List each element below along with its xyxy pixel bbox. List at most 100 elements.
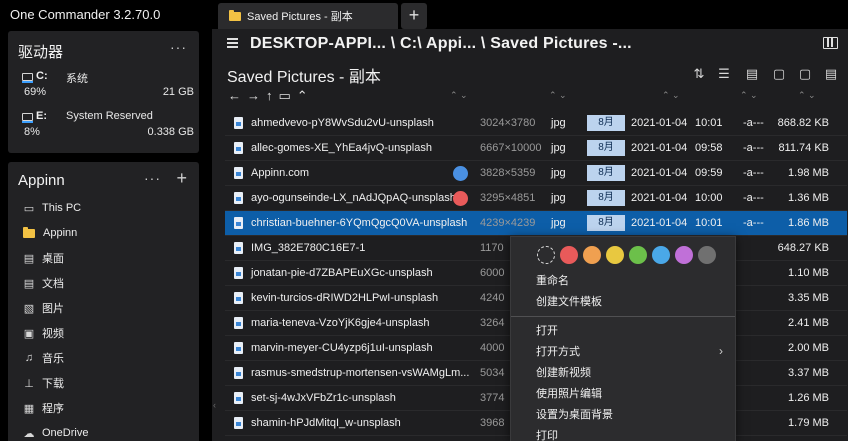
file-row[interactable]: ahmedvevo-pY8WvSdu2vU-unsplash 3024×3780 j…: [225, 111, 847, 136]
paste-icon[interactable]: ▤: [823, 66, 839, 82]
file-row[interactable]: christian-buehner-6YQmQgcQ0VA-unsplash 42…: [225, 211, 847, 236]
desktop-icon: ▤: [23, 252, 35, 265]
file-extension: jpg: [551, 142, 566, 154]
col-sort-ext[interactable]: ⌃ ⌄: [549, 90, 567, 101]
file-extension: jpg: [551, 167, 566, 179]
app-title: One Commander 3.2.70.0: [10, 7, 161, 22]
panel-layout-icon[interactable]: [823, 37, 838, 49]
up-icon[interactable]: ↑: [266, 88, 273, 103]
sidebar-item[interactable]: ♫ 音乐: [22, 348, 64, 368]
file-size: 3.35 MB: [788, 292, 829, 304]
sidebar-item[interactable]: ▤ 桌面: [22, 248, 64, 268]
pane-resize-handle[interactable]: ‹: [213, 400, 216, 410]
drive-used-percent: 8%: [24, 126, 40, 138]
drive-letter: E:: [36, 110, 47, 122]
file-dimensions: 1170: [480, 242, 504, 254]
back-icon[interactable]: ←: [228, 88, 241, 103]
file-dimensions: 4240: [480, 292, 505, 304]
folder-icon: [229, 9, 241, 21]
drive-item[interactable]: C: 系统 69% 21 GB: [22, 69, 194, 103]
file-size: 1.98 MB: [788, 167, 829, 179]
sidebar-item[interactable]: ▣ 视频: [22, 323, 64, 343]
chevron-up-icon[interactable]: ⌃: [297, 88, 308, 103]
image-file-icon: [234, 267, 243, 279]
color-swatch[interactable]: [652, 246, 670, 264]
image-file-icon: [234, 117, 243, 129]
color-swatch[interactable]: [698, 246, 716, 264]
file-date: 2021-01-04: [631, 142, 688, 154]
file-dimensions: 6000: [480, 267, 505, 279]
sidebar-item-label: Appinn: [43, 227, 78, 239]
context-menu-item[interactable]: 打印: [536, 426, 558, 441]
file-dimensions: 4000: [480, 342, 505, 354]
new-file-icon[interactable]: ▢: [771, 66, 787, 82]
file-size: 1.79 MB: [788, 417, 829, 429]
file-name: maria-teneva-VzoYjK6gje4-unsplash: [251, 317, 430, 329]
file-name: ayo-ogunseinde-LX_nAdJQpAQ-unsplash: [251, 192, 456, 204]
sidebar-item[interactable]: ⊥ 下载: [22, 373, 64, 393]
sidebar-item[interactable]: ☁ OneDrive: [22, 423, 89, 441]
context-menu-item[interactable]: 打开方式: [536, 342, 580, 362]
file-size: 1.26 MB: [788, 392, 829, 404]
sidebar-item[interactable]: ▧ 图片: [22, 298, 64, 318]
tab-saved-pictures[interactable]: Saved Pictures - 副本: [218, 3, 398, 29]
file-dimensions: 6667×10000: [480, 142, 542, 154]
context-menu-item[interactable]: 创建新视频: [536, 363, 591, 383]
drives-more-button[interactable]: ···: [170, 39, 187, 55]
drive-free-space: 0.338 GB: [147, 126, 194, 138]
col-sort-name[interactable]: ⌃ ⌄: [450, 90, 468, 101]
copy-path-icon[interactable]: ▤: [744, 66, 760, 82]
image-file-icon: [234, 342, 243, 354]
file-attributes: -a---: [743, 142, 764, 154]
context-menu-item[interactable]: 重命名: [536, 271, 569, 291]
file-row[interactable]: ayo-ogunseinde-LX_nAdJQpAQ-unsplash 3295×…: [225, 186, 847, 211]
col-sort-size[interactable]: ⌃ ⌄: [798, 90, 816, 101]
drives-card-title: 驱动器: [18, 44, 64, 61]
breadcrumb[interactable]: DESKTOP-APPI... \ C:\ Appi... \ Saved Pi…: [250, 35, 632, 53]
file-time: 09:59: [695, 167, 723, 179]
new-window-icon[interactable]: ▢: [797, 66, 813, 82]
col-sort-attr[interactable]: ⌃ ⌄: [740, 90, 758, 101]
forward-icon[interactable]: →: [247, 88, 260, 103]
drive-item[interactable]: E: System Reserved 8% 0.338 GB: [22, 109, 194, 143]
file-name: IMG_382E780C16E7-1: [251, 242, 366, 254]
col-sort-date[interactable]: ⌃ ⌄: [662, 90, 680, 101]
file-size: 868.82 KB: [777, 117, 829, 129]
file-extension: jpg: [551, 217, 566, 229]
color-swatch[interactable]: [560, 246, 578, 264]
file-dimensions: 3828×5359: [480, 167, 536, 179]
file-row[interactable]: allec-gomes-XE_YhEa4jvQ-unsplash 6667×100…: [225, 136, 847, 161]
details-view-icon[interactable]: ☰: [716, 66, 732, 82]
image-file-icon: [234, 367, 243, 379]
drive-label: System Reserved: [66, 110, 153, 122]
new-tab-button[interactable]: +: [401, 3, 427, 29]
drive-icon: [22, 113, 33, 123]
file-size: 1.86 MB: [788, 217, 829, 229]
context-menu-item[interactable]: 设置为桌面背景: [536, 405, 613, 425]
nav-more-button[interactable]: ···: [144, 170, 161, 186]
file-date: 2021-01-04: [631, 117, 688, 129]
folder-nav-icon[interactable]: ▭: [279, 88, 291, 103]
color-swatch[interactable]: [606, 246, 624, 264]
file-size: 2.00 MB: [788, 342, 829, 354]
download-icon: ⊥: [24, 377, 34, 390]
file-row[interactable]: Appinn.com 3828×5359 jpg 8月 2021-01-04 09:59 -…: [225, 161, 847, 186]
context-menu-item[interactable]: 使用照片编辑: [536, 384, 602, 404]
sidebar-item[interactable]: ▦ 程序: [22, 398, 64, 418]
sidebar-item[interactable]: ▭ This PC: [22, 198, 81, 218]
color-swatch[interactable]: [675, 246, 693, 264]
sidebar-item[interactable]: ▤ 文档: [22, 273, 64, 293]
nav-add-button[interactable]: +: [176, 168, 187, 189]
file-name: kevin-turcios-dRIWD2HLPwI-unsplash: [251, 292, 439, 304]
no-color-swatch[interactable]: [537, 246, 555, 264]
file-date: 2021-01-04: [631, 217, 688, 229]
image-file-icon: [234, 317, 243, 329]
color-swatch[interactable]: [583, 246, 601, 264]
file-dimensions: 3264: [480, 317, 505, 329]
color-swatch[interactable]: [629, 246, 647, 264]
context-menu-item[interactable]: 打开: [536, 321, 558, 341]
hamburger-menu-icon[interactable]: [227, 38, 238, 50]
sidebar-item[interactable]: Appinn: [22, 223, 77, 243]
sort-icon[interactable]: ⇅: [691, 66, 707, 82]
context-menu-item[interactable]: 创建文件模板: [536, 292, 602, 312]
